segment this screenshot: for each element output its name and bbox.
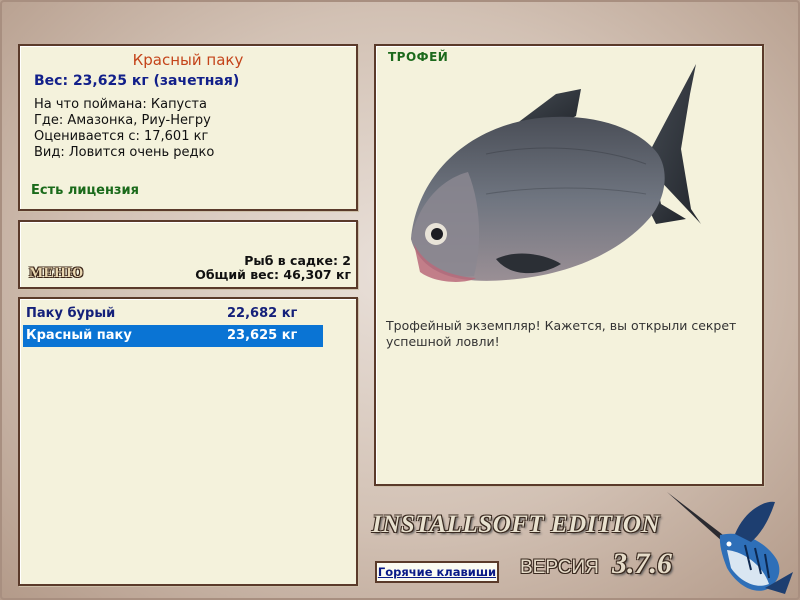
marlin-logo xyxy=(667,492,793,594)
red-pacu-fish-image xyxy=(411,64,701,282)
hotkeys-button[interactable]: Горячие клавиши xyxy=(375,561,499,583)
catch-list: Паку бурый 22,682 кг Красный паку 23,625… xyxy=(18,297,358,586)
trophy-panel: ТРОФЕЙ Трофейный экземпляр! Кажется, вы … xyxy=(374,44,764,486)
edition-title: INSTALLSOFT EDITION xyxy=(372,511,661,538)
keepnet-fish-count: Рыб в садке: 2 xyxy=(244,253,351,268)
trophy-description: Трофейный экземпляр! Кажется, вы открыли… xyxy=(386,318,737,349)
catch-list-item-selected[interactable]: Красный паку 23,625 кг xyxy=(23,325,323,347)
license-status: Есть лицензия xyxy=(31,183,139,198)
location-info: Где: Амазонка, Риу-Негру xyxy=(34,113,211,128)
bait-info: На что поймана: Капуста xyxy=(34,97,207,112)
version-label: ВЕРСИЯ xyxy=(520,557,599,578)
catch-item-weight: 22,682 кг xyxy=(227,306,298,321)
catch-item-name: Паку бурый xyxy=(26,306,116,321)
catch-list-item[interactable]: Паку бурый 22,682 кг xyxy=(23,303,323,325)
catch-item-name: Красный паку xyxy=(26,328,132,343)
rating-threshold: Оценивается с: 17,601 кг xyxy=(34,129,209,144)
fish-weight: Вес: 23,625 кг (зачетная) xyxy=(34,73,240,89)
fish-info-panel: Красный паку Вес: 23,625 кг (зачетная) Н… xyxy=(18,44,358,211)
keepnet-total-weight: Общий вес: 46,307 кг xyxy=(195,267,351,282)
catch-item-weight: 23,625 кг xyxy=(227,328,298,343)
version-number: 3.7.6 xyxy=(612,547,672,580)
rarity-info: Вид: Ловится очень редко xyxy=(34,145,215,160)
keepnet-panel: МЕНЮ Рыб в садке: 2 Общий вес: 46,307 кг xyxy=(18,220,358,289)
fish-name: Красный паку xyxy=(132,51,244,69)
menu-button[interactable]: МЕНЮ xyxy=(29,265,84,282)
